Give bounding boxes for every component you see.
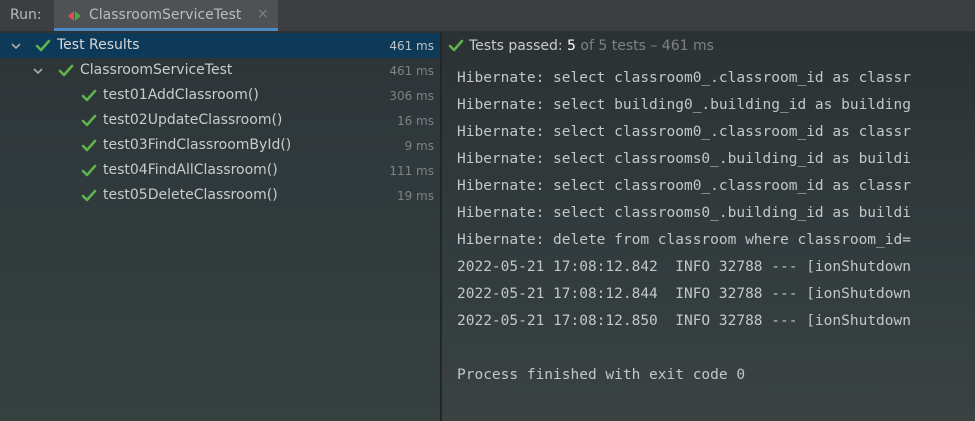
check-icon	[81, 139, 97, 152]
check-icon	[81, 189, 97, 202]
check-icon	[448, 39, 464, 52]
test-duration: 9 ms	[404, 139, 434, 153]
test-name: test03FindClassroomById()	[103, 137, 292, 153]
console-line: 2022-05-21 17:08:12.844 INFO 32788 --- […	[457, 286, 911, 302]
test-name: ClassroomServiceTest	[80, 62, 233, 78]
test-name: Test Results	[57, 37, 140, 53]
test-run-icon	[68, 11, 81, 21]
console-line: Hibernate: select classroom0_.classroom_…	[457, 178, 911, 194]
check-icon	[58, 64, 74, 77]
test-duration: 16 ms	[396, 114, 434, 128]
tree-class-row[interactable]: ClassroomServiceTest 461 ms	[0, 58, 440, 83]
active-tab-indicator	[54, 28, 278, 31]
tree-test-row[interactable]: test03FindClassroomById() 9 ms	[0, 133, 440, 158]
process-exit-line: Process finished with exit code 0	[457, 367, 746, 383]
tree-test-row[interactable]: test02UpdateClassroom() 16 ms	[0, 108, 440, 133]
console-line: Hibernate: select classroom0_.classroom_…	[457, 70, 911, 86]
test-duration: 461 ms	[389, 64, 434, 78]
tree-test-row[interactable]: test01AddClassroom() 306 ms	[0, 83, 440, 108]
chevron-down-icon[interactable]	[32, 65, 44, 77]
console-line: Hibernate: select building0_.building_id…	[457, 97, 911, 113]
console-line: Hibernate: select classroom0_.classroom_…	[457, 124, 911, 140]
tests-status-text: Tests passed: 5 of 5 tests – 461 ms	[469, 38, 714, 54]
tests-status-prefix: Tests passed:	[469, 38, 568, 54]
console-line: Hibernate: select classrooms0_.building_…	[457, 205, 911, 221]
console-output: Tests passed: 5 of 5 tests – 461 ms Hibe…	[442, 32, 975, 421]
tree-test-row[interactable]: test05DeleteClassroom() 19 ms	[0, 183, 440, 208]
test-duration: 461 ms	[389, 39, 434, 53]
tests-passed-count: 5	[567, 38, 576, 54]
check-icon	[81, 114, 97, 127]
console-line: 2022-05-21 17:08:12.850 INFO 32788 --- […	[457, 313, 911, 329]
close-icon[interactable]: ×	[257, 6, 269, 22]
tree-root-row[interactable]: Test Results 461 ms	[0, 33, 440, 58]
test-name: test04FindAllClassroom()	[103, 162, 278, 178]
chevron-down-icon[interactable]	[10, 40, 22, 52]
console-line: Hibernate: select classrooms0_.building_…	[457, 151, 911, 167]
run-tool-window: Run: ClassroomServiceTest × Test Results…	[0, 0, 975, 421]
test-name: test01AddClassroom()	[103, 87, 259, 103]
console-line: Hibernate: delete from classroom where c…	[457, 232, 911, 248]
test-name: test02UpdateClassroom()	[103, 112, 283, 128]
tree-test-row[interactable]: test04FindAllClassroom() 111 ms	[0, 158, 440, 183]
test-name: test05DeleteClassroom()	[103, 187, 278, 203]
test-results-tree: Test Results 461 ms ClassroomServiceTest 46…	[0, 32, 440, 421]
test-duration: 111 ms	[389, 164, 434, 178]
check-icon	[81, 89, 97, 102]
test-duration: 306 ms	[389, 89, 434, 103]
run-label: Run:	[10, 7, 42, 23]
run-toolbar: Run: ClassroomServiceTest ×	[0, 0, 975, 32]
console-line: 2022-05-21 17:08:12.842 INFO 32788 --- […	[457, 259, 911, 275]
run-tab-label: ClassroomServiceTest	[89, 7, 242, 23]
tests-status-suffix: of 5 tests – 461 ms	[575, 38, 714, 54]
check-icon	[35, 39, 51, 52]
run-tab[interactable]: ClassroomServiceTest ×	[54, 0, 278, 31]
check-icon	[81, 164, 97, 177]
test-duration: 19 ms	[396, 189, 434, 203]
